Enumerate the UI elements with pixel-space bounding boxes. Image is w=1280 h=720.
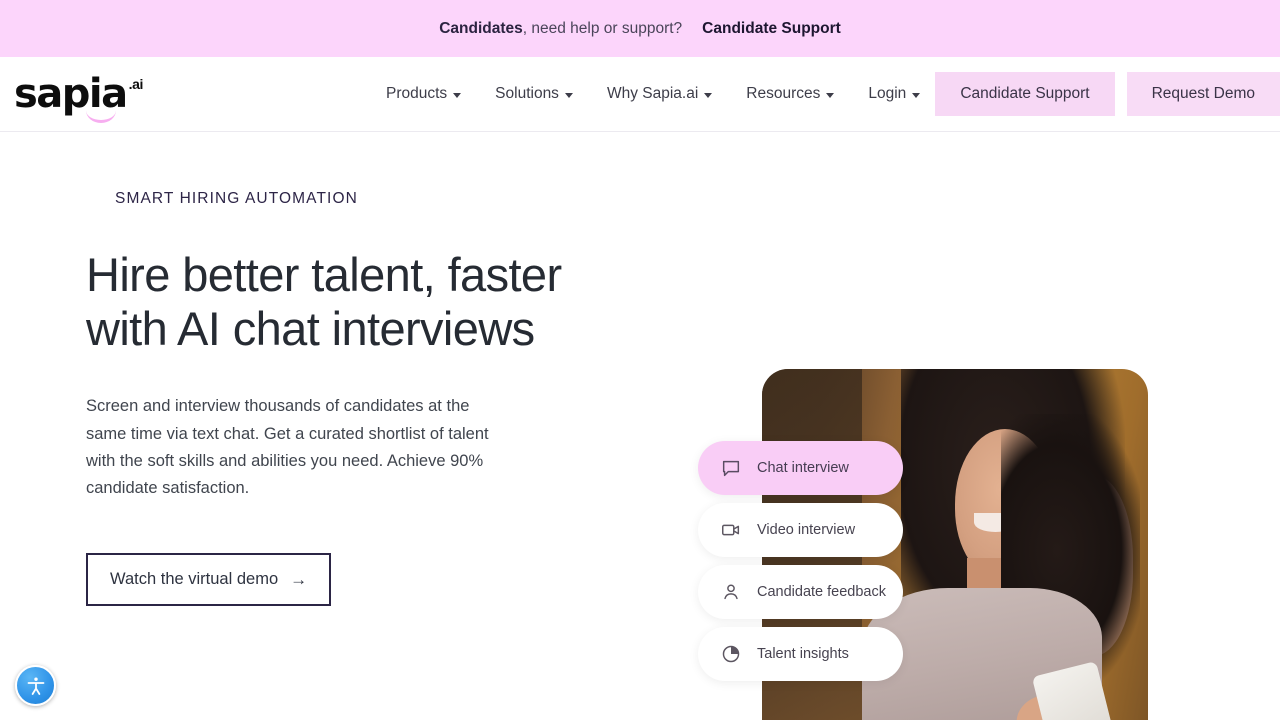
pill-candidate-feedback[interactable]: Candidate feedback [698, 565, 903, 619]
nav-label: Resources [746, 85, 821, 102]
site-header: sapia .ai Products Solutions Why Sapia.a… [0, 57, 1280, 132]
arrow-right-icon: → [290, 569, 308, 589]
announcement-text: Candidates, need help or support? [439, 20, 682, 38]
pill-chat-interview[interactable]: Chat interview [698, 441, 903, 495]
hero-eyebrow: SMART HIRING AUTOMATION [115, 190, 358, 207]
pie-chart-icon [722, 645, 740, 663]
chevron-down-icon [704, 92, 713, 98]
accessibility-widget-button[interactable] [15, 665, 56, 706]
candidate-support-button[interactable]: Candidate Support [935, 72, 1115, 116]
nav-label: Solutions [495, 85, 559, 102]
pill-label: Candidate feedback [757, 584, 886, 600]
chevron-down-icon [453, 92, 462, 98]
nav-label: Login [868, 85, 907, 102]
nav-item-login[interactable]: Login [868, 85, 921, 103]
announcement-strong: Candidates [439, 19, 523, 37]
nav-item-resources[interactable]: Resources [746, 85, 835, 103]
nav-item-why-sapia[interactable]: Why Sapia.ai [606, 85, 713, 103]
watch-demo-label: Watch the virtual demo [110, 569, 279, 588]
hero-section: SMART HIRING AUTOMATION Hire better tale… [0, 132, 1280, 720]
nav-item-products[interactable]: Products [386, 85, 462, 103]
request-demo-button[interactable]: Request Demo [1126, 72, 1280, 116]
pill-video-interview[interactable]: Video interview [698, 503, 903, 557]
main-nav: Products Solutions Why Sapia.ai Resource… [386, 85, 921, 103]
pill-label: Chat interview [757, 460, 849, 476]
chevron-down-icon [564, 92, 573, 98]
watch-virtual-demo-button[interactable]: Watch the virtual demo → [86, 552, 332, 606]
nav-label: Products [386, 85, 448, 102]
person-icon [724, 584, 738, 600]
video-camera-icon [722, 524, 740, 536]
page-title: Hire better talent, faster with AI chat … [86, 248, 562, 355]
logo-smile-icon [86, 108, 116, 123]
chevron-down-icon [912, 92, 921, 98]
announcement-support-link[interactable]: Candidate Support [702, 20, 841, 38]
pill-label: Video interview [757, 522, 856, 538]
pill-talent-insights[interactable]: Talent insights [698, 627, 903, 681]
header-cta-group: Candidate Support Request Demo [935, 72, 1280, 116]
nav-label: Why Sapia.ai [606, 85, 699, 102]
nav-item-solutions[interactable]: Solutions [495, 85, 573, 103]
hero-content: SMART HIRING AUTOMATION Hire better tale… [86, 190, 606, 606]
accessibility-icon [27, 677, 44, 695]
announcement-bar: Candidates, need help or support? Candid… [0, 0, 1280, 57]
hero-visual: Chat interview Video interview Candidate… [698, 369, 1148, 720]
logo[interactable]: sapia .ai [14, 74, 144, 123]
chat-bubble-icon [722, 460, 740, 477]
pill-label: Talent insights [757, 646, 849, 662]
hero-subtitle: Screen and interview thousands of candid… [86, 397, 489, 498]
logo-suffix: .ai [128, 76, 144, 92]
announcement-rest: , need help or support? [522, 19, 683, 37]
chevron-down-icon [826, 92, 835, 98]
feature-pill-list: Chat interview Video interview Candidate… [698, 441, 903, 681]
